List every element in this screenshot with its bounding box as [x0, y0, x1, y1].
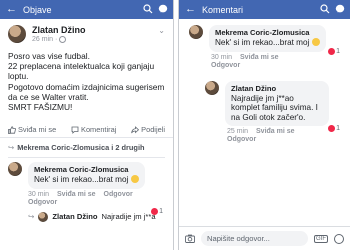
top-bar-title: Komentari — [202, 4, 244, 15]
reply-arrow-icon: ↪ — [8, 143, 15, 153]
avatar[interactable] — [189, 25, 203, 39]
comment-reaction[interactable]: 1 — [328, 48, 340, 55]
separator-dot: · — [55, 36, 58, 43]
comment-reply-link[interactable]: Odgovor — [104, 191, 133, 198]
comment-button[interactable]: Komentiraj — [71, 125, 116, 134]
back-arrow-icon[interactable]: ← — [6, 4, 17, 15]
comment-label: Komentiraj — [81, 125, 117, 135]
comment-bubble[interactable]: Mekrema Coric-Zlomusica Nek' si im rekao… — [28, 162, 145, 189]
thumbs-up-icon — [8, 126, 16, 134]
reaction-count: 1 — [336, 125, 340, 132]
reply-time: 25 min — [227, 128, 249, 136]
share-icon — [131, 125, 140, 134]
reaction-count: 1 — [159, 208, 163, 215]
post-time: 26 min — [32, 36, 54, 43]
search-icon[interactable] — [320, 4, 330, 14]
post-body: Posro vas vise fudbal. 22 preplacena int… — [0, 43, 173, 112]
comment-reply-link-2[interactable]: Odgovor — [28, 199, 57, 206]
heart-reaction-icon — [328, 48, 336, 55]
messenger-icon[interactable] — [335, 4, 345, 14]
gif-icon[interactable]: GIF — [314, 234, 328, 243]
top-bar: ← Komentari — [179, 0, 350, 19]
post-header: Zlatan Džino 26 min · ⌄ — [0, 19, 173, 43]
comment-bubble[interactable]: Mekrema Coric-Zlomusica Nek' si im rekao… — [209, 25, 326, 52]
comment-text: Nek' si im rekao...brat moj — [34, 175, 129, 185]
camera-icon[interactable] — [185, 234, 195, 243]
share-label: Podijeli — [141, 125, 165, 135]
reply-arrow-icon: ↪ — [28, 212, 35, 222]
comment-meta: 30 min Sviđa mi se Odgovor — [0, 191, 173, 198]
comment-reaction[interactable]: 1 — [151, 208, 163, 215]
avatar[interactable] — [205, 80, 219, 95]
reply-text: Najradije jm j**a — [101, 212, 156, 222]
post-screen: ← Objave Zlatan Džino 26 min · ⌄ Posro v… — [0, 0, 174, 250]
comment-meta: 30 min Sviđa mi se — [179, 54, 350, 61]
like-button[interactable]: Sviđa mi se — [8, 125, 56, 134]
reply-reply-link[interactable]: Odgovor — [227, 136, 256, 143]
comment-icon — [71, 126, 79, 134]
comment-author[interactable]: Zlatan Džino — [231, 84, 323, 93]
share-button[interactable]: Podijeli — [131, 125, 165, 134]
reply-like-link[interactable]: Sviđa mi se — [256, 128, 295, 135]
reply-preview[interactable]: ↪ Zlatan Džino Najradije jm j**a — [0, 206, 173, 222]
top-bar-title: Objave — [23, 4, 52, 15]
reply-meta: 25 min Sviđa mi se — [179, 128, 350, 135]
reply-author[interactable]: Zlatan Džino — [52, 212, 97, 221]
like-label: Sviđa mi se — [18, 125, 57, 135]
comments-screen: ← Komentari Mekrema Coric-Zlomusica Nek'… — [178, 0, 350, 250]
reply-reaction[interactable]: 1 — [328, 125, 340, 132]
comment-author[interactable]: Mekrema Coric-Zlomusica — [215, 28, 320, 37]
messenger-icon[interactable] — [158, 4, 168, 14]
comment-text: Nek' si im rekao...brat moj — [215, 38, 310, 47]
reply-comment: Zlatan Džino Najradije jm j**ao komplet … — [179, 77, 350, 127]
comment-text: Najradije jm j**ao komplet familiju svim… — [231, 93, 318, 122]
top-bar: ← Objave — [0, 0, 173, 19]
grinning-emoji-icon — [311, 38, 320, 46]
comment-like-link[interactable]: Sviđa mi se — [57, 191, 96, 198]
reply-summary-text: Mekrema Coric-Zlomusica i 2 drugih — [17, 143, 145, 153]
comment-bubble[interactable]: Zlatan Džino Najradije jm j**ao komplet … — [225, 80, 329, 127]
comment-time: 30 min — [28, 190, 50, 198]
reply-input[interactable]: Napišite odgovor... — [201, 231, 308, 246]
comment-like-link[interactable]: Sviđa mi se — [240, 54, 279, 61]
comment: Mekrema Coric-Zlomusica Nek' si im rekao… — [0, 158, 173, 189]
heart-reaction-icon — [151, 208, 159, 215]
grinning-emoji-icon — [130, 175, 139, 184]
comment-author[interactable]: Mekrema Coric-Zlomusica — [34, 165, 139, 174]
globe-icon — [59, 36, 67, 43]
avatar[interactable] — [38, 211, 49, 222]
smiley-icon[interactable] — [334, 233, 344, 244]
avatar[interactable] — [8, 25, 26, 43]
chevron-down-icon[interactable]: ⌄ — [158, 26, 165, 35]
comment-time: 30 min — [211, 53, 233, 61]
avatar[interactable] — [8, 162, 22, 177]
reply-composer: Napišite odgovor... GIF — [179, 226, 350, 250]
comment: Mekrema Coric-Zlomusica Nek' si im rekao… — [179, 21, 350, 52]
post-text: Posro vas vise fudbal. 22 preplacena int… — [8, 51, 165, 113]
back-arrow-icon[interactable]: ← — [185, 4, 196, 15]
reply-summary[interactable]: ↪ Mekrema Coric-Zlomusica i 2 drugih — [0, 138, 173, 157]
heart-reaction-icon — [328, 125, 336, 132]
comment-reply-link[interactable]: Odgovor — [211, 62, 240, 69]
search-icon[interactable] — [143, 4, 153, 14]
post-author[interactable]: Zlatan Džino — [32, 25, 86, 35]
reaction-count: 1 — [336, 48, 340, 55]
post-actions: Sviđa mi se Komentiraj Podijeli — [0, 122, 173, 139]
